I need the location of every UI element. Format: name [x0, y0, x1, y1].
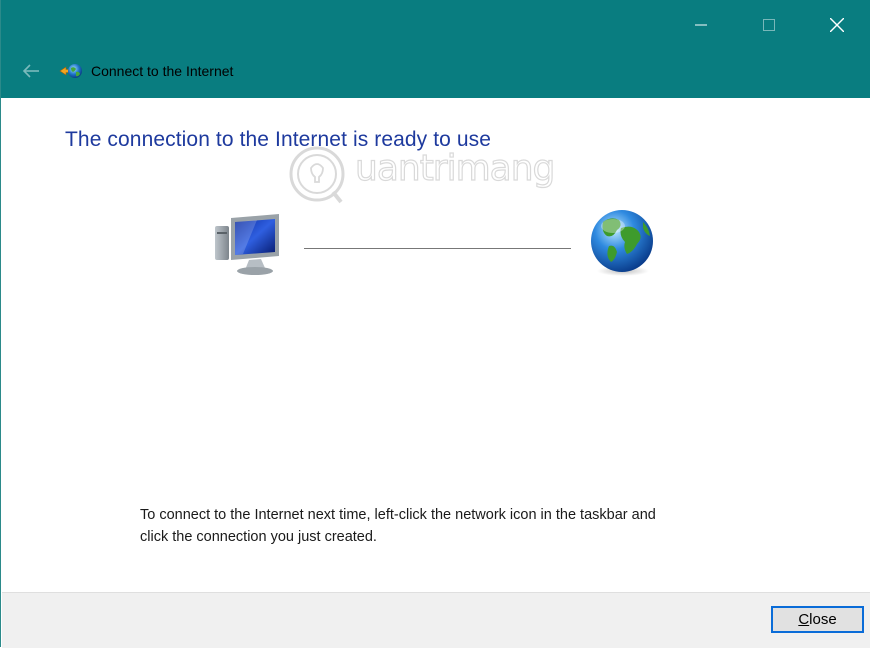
- back-button[interactable]: [9, 50, 53, 92]
- title-bar: Connect to the Internet: [1, 0, 870, 98]
- button-bar: [2, 592, 870, 648]
- connection-line: [304, 248, 571, 249]
- watermark-text: uantrimang: [354, 147, 556, 189]
- network-wizard-icon: [59, 61, 83, 81]
- back-arrow-icon: [22, 64, 39, 78]
- minimize-button[interactable]: [667, 0, 735, 50]
- instruction-text: To connect to the Internet next time, le…: [140, 507, 656, 545]
- connect-to-internet-window: Connect to the Internet The connection t…: [0, 0, 870, 648]
- close-button-label: lose: [809, 611, 837, 628]
- minimize-icon: [695, 24, 707, 26]
- window-controls: [667, 0, 870, 50]
- globe-icon: [591, 210, 653, 276]
- navigation-row: Connect to the Internet: [1, 50, 870, 92]
- window-title: Connect to the Internet: [91, 63, 234, 79]
- maximize-button: [735, 0, 803, 50]
- close-window-button[interactable]: [803, 0, 870, 50]
- computer-icon: [215, 214, 279, 275]
- close-button-accesskey: C: [798, 611, 810, 628]
- close-button[interactable]: Close: [771, 606, 864, 633]
- close-icon: [830, 18, 844, 32]
- connection-diagram: [201, 200, 671, 290]
- page-heading: The connection to the Internet is ready …: [65, 128, 492, 151]
- maximize-icon: [763, 19, 775, 31]
